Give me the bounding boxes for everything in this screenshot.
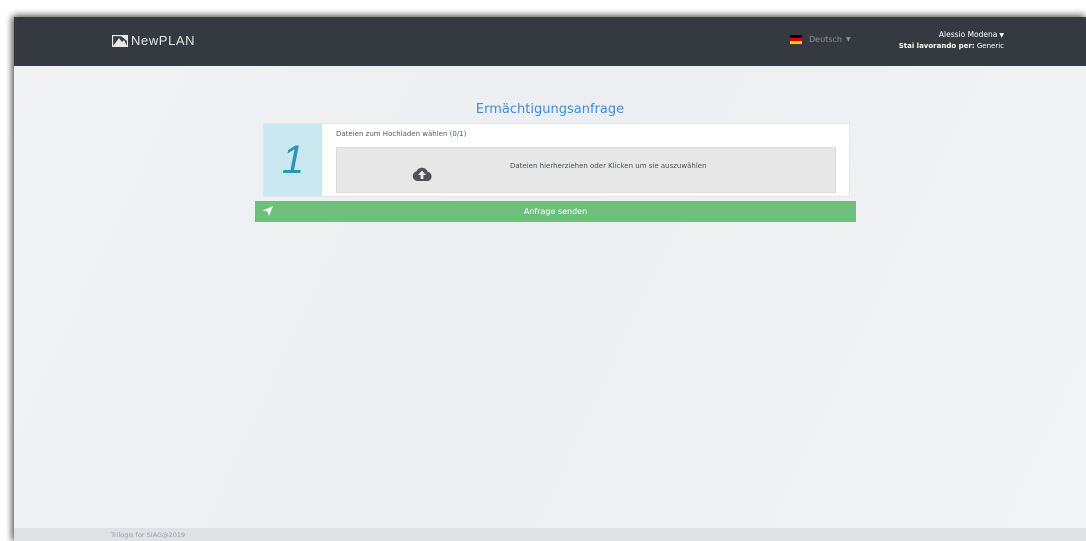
app-window: NewPLAN Deutsch ▼ Alessio Modena ▼ Stai l… <box>14 17 1086 541</box>
footer: Trilogis for SIAG@2019 <box>14 528 1086 541</box>
upload-step-card: 1 Dateien zum Hochladen wählen (0/1) Dat… <box>263 123 850 197</box>
user-name: Alessio Modena <box>938 30 998 39</box>
brand-link[interactable]: NewPLAN <box>112 33 195 48</box>
paper-plane-icon <box>263 206 273 216</box>
caret-down-icon: ▼ <box>999 32 1004 39</box>
working-for-label: Stai lavorando per: <box>898 42 975 50</box>
file-dropzone[interactable]: Dateien hierherziehen oder Klicken um si… <box>336 147 836 193</box>
newplan-logo-icon <box>112 34 128 47</box>
send-request-label: Anfrage senden <box>523 207 588 216</box>
german-flag-icon <box>790 35 802 44</box>
caret-down-icon: ▼ <box>845 36 851 43</box>
upload-heading: Dateien zum Hochladen wählen (0/1) <box>336 130 467 138</box>
cloud-upload-icon <box>412 167 432 181</box>
page-title: Ermächtigungsanfrage <box>475 102 625 117</box>
footer-text: Trilogis for SIAG@2019 <box>111 531 186 539</box>
dropzone-text: Dateien hierherziehen oder Klicken um si… <box>510 162 707 170</box>
working-for-value: Generic <box>976 42 1004 50</box>
send-request-button[interactable]: Anfrage senden <box>255 201 856 222</box>
language-label: Deutsch <box>809 35 842 44</box>
step-number: 1 <box>264 124 322 196</box>
user-menu[interactable]: Alessio Modena ▼ Stai lavorando per: Gene… <box>899 30 1004 51</box>
brand-name: NewPLAN <box>131 33 196 48</box>
top-navbar: NewPLAN Deutsch ▼ Alessio Modena ▼ Stai l… <box>14 17 1086 66</box>
language-selector[interactable]: Deutsch ▼ <box>790 35 851 44</box>
